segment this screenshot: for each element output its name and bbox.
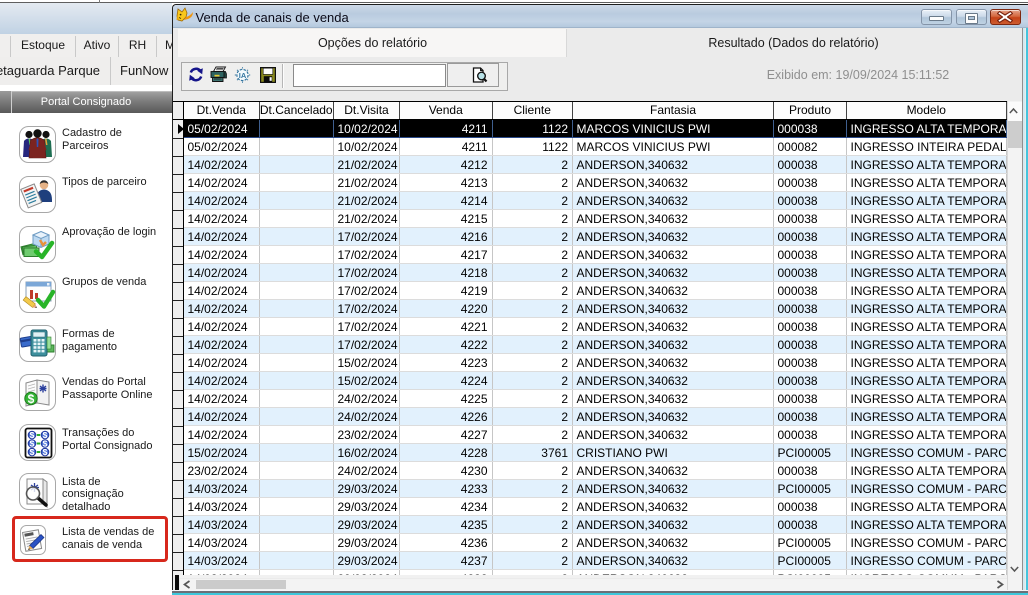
- svg-text:$: $: [30, 447, 35, 457]
- svg-text:$: $: [28, 392, 35, 406]
- svg-text:$: $: [43, 447, 48, 457]
- svg-text:IA: IA: [239, 71, 247, 80]
